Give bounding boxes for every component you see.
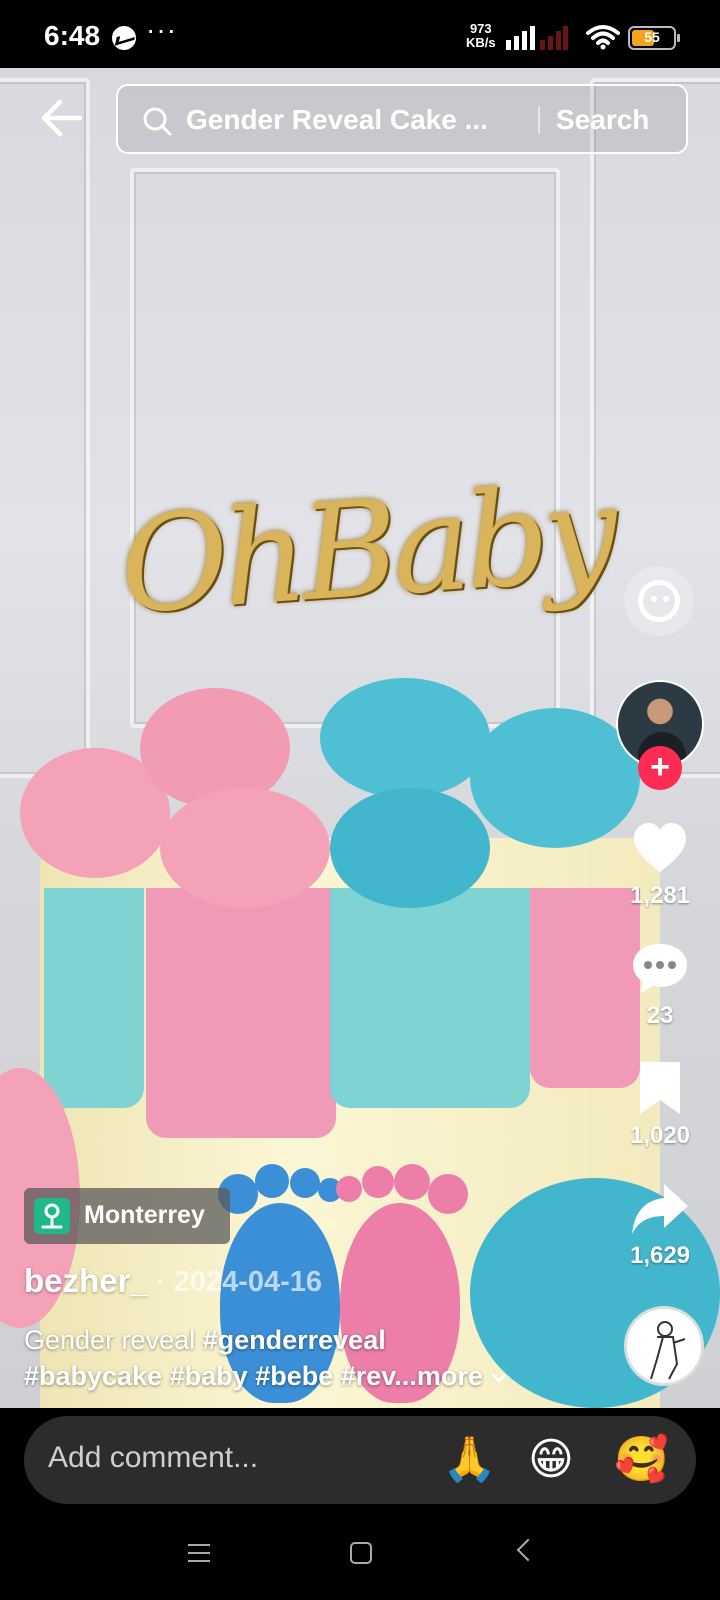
wall-panel bbox=[130, 168, 560, 728]
share-count: 1,629 bbox=[629, 1242, 691, 1269]
location-label: Monterrey bbox=[84, 1201, 205, 1229]
search-icon bbox=[143, 107, 172, 136]
home-icon[interactable] bbox=[350, 1542, 372, 1564]
cake-drip bbox=[146, 888, 336, 1138]
music-disc[interactable] bbox=[624, 1306, 704, 1386]
comment-placeholder: Add comment... bbox=[48, 1441, 259, 1474]
effects-filter-button[interactable] bbox=[624, 566, 694, 636]
pink-toe bbox=[394, 1164, 430, 1200]
comment-count: 23 bbox=[646, 1002, 674, 1029]
pink-toe bbox=[362, 1166, 394, 1198]
caption-text: Gender reveal bbox=[24, 1325, 203, 1355]
post-caption[interactable]: Gender reveal #genderreveal #babycake #b… bbox=[24, 1322, 584, 1394]
battery-icon: 55 bbox=[628, 26, 680, 50]
comment-bar: Add comment... 🙏 😁 🥰 bbox=[0, 1408, 720, 1504]
location-chip[interactable]: Monterrey bbox=[24, 1188, 230, 1244]
search-button[interactable]: Search bbox=[556, 104, 649, 136]
signal-icon bbox=[506, 26, 568, 50]
face-icon bbox=[638, 580, 680, 622]
frosting-swirl bbox=[330, 788, 490, 908]
comment-button[interactable]: 23 bbox=[620, 938, 700, 1030]
comment-bubble-icon bbox=[633, 944, 687, 993]
share-button[interactable]: 1,629 bbox=[620, 1178, 700, 1270]
hashtag[interactable]: #rev... bbox=[341, 1361, 417, 1391]
like-count: 1,281 bbox=[629, 882, 691, 909]
frosting-swirl bbox=[470, 708, 640, 848]
hashtag[interactable]: #genderreveal bbox=[203, 1325, 386, 1355]
cake-drip bbox=[330, 888, 530, 1108]
back-arrow-icon[interactable] bbox=[38, 94, 86, 142]
comment-input[interactable]: Add comment... 🙏 😁 🥰 bbox=[24, 1416, 696, 1504]
creator-username[interactable]: bezher_ bbox=[24, 1262, 149, 1300]
pink-toe bbox=[336, 1176, 362, 1202]
back-icon[interactable] bbox=[516, 1538, 540, 1562]
network-speed-value: 973 bbox=[469, 21, 492, 36]
frosting-swirl bbox=[320, 678, 490, 798]
blue-toe bbox=[290, 1168, 320, 1198]
heart-icon bbox=[634, 823, 686, 872]
battery-level: 55 bbox=[644, 29, 660, 45]
follow-button[interactable]: + bbox=[638, 746, 682, 790]
network-speed-unit: KB/s bbox=[466, 35, 496, 50]
love-emoji-button[interactable]: 🥰 bbox=[614, 1434, 669, 1486]
system-nav-bar bbox=[0, 1504, 720, 1600]
status-bar: 6:48 ··· 973 KB/s 55 bbox=[0, 0, 720, 68]
hashtag[interactable]: #baby bbox=[170, 1361, 248, 1391]
search-query[interactable]: Gender Reveal Cake ... bbox=[186, 104, 516, 136]
bookmark-icon bbox=[640, 1062, 680, 1114]
hashtag[interactable]: #bebe bbox=[255, 1361, 333, 1391]
location-pin-icon bbox=[34, 1198, 70, 1234]
search-divider bbox=[538, 106, 540, 134]
like-button[interactable]: 1,281 bbox=[620, 818, 700, 910]
wall-panel bbox=[0, 78, 90, 778]
chevron-down-icon[interactable] bbox=[490, 1371, 508, 1385]
search-bar[interactable]: Gender Reveal Cake ... Search bbox=[116, 84, 688, 154]
blue-toe bbox=[255, 1164, 289, 1198]
save-button[interactable]: 1,020 bbox=[620, 1058, 700, 1150]
pray-emoji-button[interactable]: 🙏 bbox=[442, 1434, 497, 1486]
network-speed: 973 KB/s bbox=[466, 22, 496, 50]
frosting-swirl bbox=[160, 788, 330, 908]
status-time: 6:48 bbox=[44, 20, 101, 51]
post-date: · 2024-04-16 bbox=[156, 1266, 323, 1298]
hashtag[interactable]: #babycake bbox=[24, 1361, 162, 1391]
recents-icon[interactable] bbox=[188, 1544, 210, 1562]
grin-emoji-button[interactable]: 😁 bbox=[528, 1434, 574, 1486]
messenger-icon bbox=[112, 26, 136, 50]
more-notifications-icon: ··· bbox=[146, 14, 177, 45]
caption-more-link[interactable]: more bbox=[417, 1361, 483, 1391]
cake-drip bbox=[44, 888, 144, 1108]
wall-panel bbox=[590, 78, 720, 778]
share-arrow-icon bbox=[632, 1184, 688, 1234]
pink-toe bbox=[428, 1174, 468, 1214]
save-count: 1,020 bbox=[629, 1122, 691, 1149]
wifi-icon bbox=[586, 25, 620, 50]
